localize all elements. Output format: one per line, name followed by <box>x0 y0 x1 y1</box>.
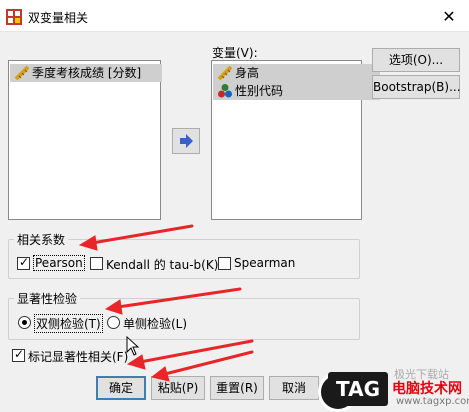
app-grid-icon <box>6 9 22 25</box>
kendall-checkbox[interactable] <box>90 257 103 270</box>
list-item-label: 身高 <box>235 66 260 80</box>
variables-label: 变量(V): <box>212 46 258 60</box>
correlation-legend: 相关系数 <box>14 231 69 248</box>
title-bar: 双变量相关 ✕ <box>0 3 469 32</box>
pearson-checkbox[interactable] <box>17 255 30 270</box>
one-tailed-label[interactable]: 单侧检验(L) <box>123 315 187 332</box>
watermark-tag: TAG <box>328 372 388 406</box>
arrow-right-icon <box>180 134 193 148</box>
options-button[interactable]: 选项(O)... <box>372 48 460 72</box>
list-item[interactable]: 性别代码 <box>213 82 380 100</box>
pearson-label[interactable]: Pearson <box>33 255 85 271</box>
list-item-label: 季度考核成绩 [分数] <box>32 66 142 80</box>
variables-list[interactable]: 身高 性别代码 <box>211 60 380 220</box>
flag-significant-label[interactable]: 标记显著性相关(F) <box>28 348 128 365</box>
ruler-scale-icon <box>217 65 233 81</box>
spearman-label[interactable]: Spearman <box>234 256 295 270</box>
kendall-label[interactable]: Kendall 的 tau-b(K) <box>106 256 218 273</box>
move-to-variables-button[interactable] <box>172 128 200 154</box>
two-tailed-label[interactable]: 双侧检验(T) <box>34 314 103 333</box>
window-title: 双变量相关 <box>28 11 89 25</box>
close-icon[interactable]: ✕ <box>439 7 459 27</box>
one-tailed-radio[interactable] <box>107 316 120 329</box>
watermark-logo: TAG 极光下载站 电脑技术网 www.tagxp.com <box>316 368 469 412</box>
watermark-main: 电脑技术网 <box>392 381 462 397</box>
list-item[interactable]: 身高 <box>213 64 380 82</box>
ruler-scale-icon <box>14 65 30 81</box>
significance-legend: 显著性检验 <box>14 290 81 307</box>
source-variable-list[interactable]: 季度考核成绩 [分数] <box>8 60 162 220</box>
reset-button[interactable]: 重置(R) <box>210 376 264 400</box>
list-item[interactable]: 季度考核成绩 [分数] <box>10 64 162 82</box>
two-tailed-radio[interactable] <box>18 316 31 329</box>
cancel-button[interactable]: 取消 <box>269 376 319 400</box>
list-item-label: 性别代码 <box>235 84 284 98</box>
ok-button[interactable]: 确定 <box>96 376 146 400</box>
nominal-balls-icon <box>218 84 232 98</box>
mouse-cursor-icon <box>126 336 140 356</box>
paste-button[interactable]: 粘贴(P) <box>151 376 205 400</box>
spearman-checkbox[interactable] <box>218 257 231 270</box>
watermark-url: www.tagxp.com <box>396 396 469 407</box>
flag-significant-checkbox[interactable] <box>12 347 25 362</box>
bootstrap-button[interactable]: Bootstrap(B)... <box>372 75 461 99</box>
